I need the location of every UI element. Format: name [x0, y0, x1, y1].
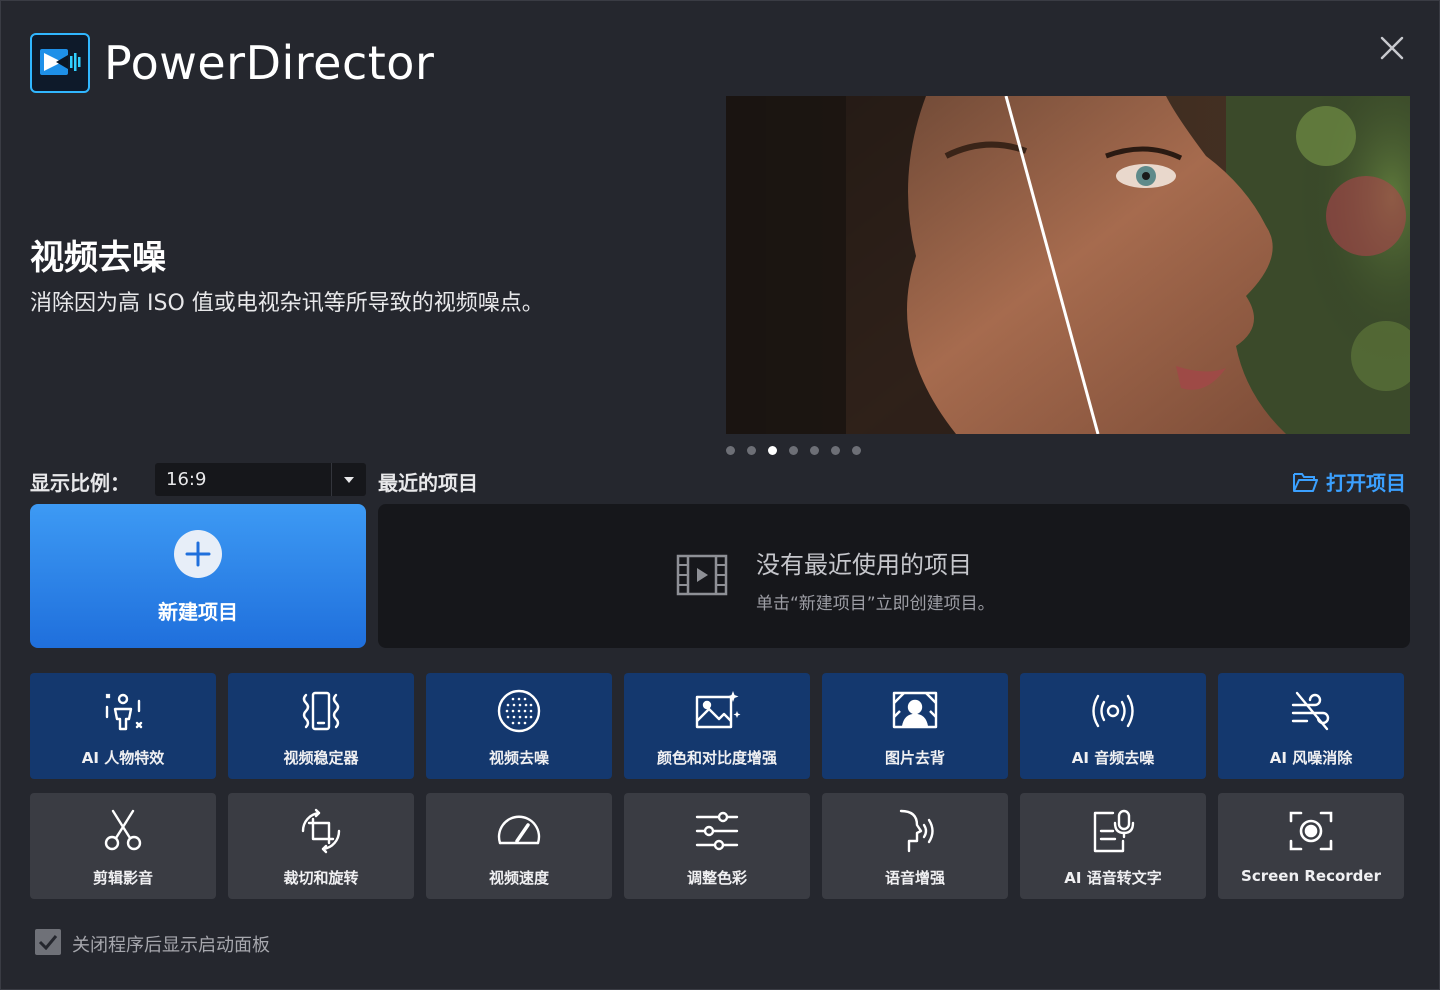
tool-video-denoise[interactable]: 视频去噪: [426, 673, 612, 779]
tool-trim[interactable]: 剪辑影音: [30, 793, 216, 899]
folder-open-icon: [1293, 472, 1318, 492]
audio-denoise-icon: [1089, 687, 1137, 735]
feature-description: 消除因为高 ISO 值或电视杂讯等所导致的视频噪点。: [30, 291, 544, 316]
app-title: PowerDirector: [104, 36, 435, 90]
no-recent-hint: 单击“新建项目”立即创建项目。: [756, 594, 995, 614]
show-launcher-checkbox[interactable]: [35, 929, 61, 955]
voice-enhance-icon: [891, 807, 939, 855]
tool-remove-background[interactable]: 图片去背: [822, 673, 1008, 779]
feature-title: 视频去噪: [30, 238, 166, 278]
screen-recorder-icon: [1287, 807, 1335, 855]
recent-projects-panel: 没有最近使用的项目 单击“新建项目”立即创建项目。: [378, 504, 1410, 648]
crop-rotate-icon: [297, 807, 345, 855]
tool-adjust-color[interactable]: 调整色彩: [624, 793, 810, 899]
tool-stabilizer[interactable]: 视频稳定器: [228, 673, 414, 779]
plus-icon: [174, 530, 222, 578]
tool-crop-rotate[interactable]: 裁切和旋转: [228, 793, 414, 899]
tool-label: AI 音频去噪: [1071, 749, 1155, 767]
aspect-ratio-select[interactable]: 16:9: [155, 463, 366, 496]
open-project-link[interactable]: 打开项目: [1292, 467, 1406, 496]
tool-speech-to-text[interactable]: AI 语音转文字: [1020, 793, 1206, 899]
tool-label: 语音增强: [884, 869, 945, 887]
sliders-icon: [693, 807, 741, 855]
tool-label: 视频去噪: [488, 749, 549, 767]
wind-removal-icon: [1287, 687, 1335, 735]
tool-label: 视频稳定器: [283, 749, 359, 767]
carousel-dot[interactable]: [852, 446, 861, 455]
open-project-label: 打开项目: [1326, 471, 1406, 495]
tool-label: Screen Recorder: [1241, 867, 1381, 885]
tool-label: 剪辑影音: [92, 869, 153, 887]
chevron-down-icon: [332, 476, 366, 484]
aspect-ratio-value: 16:9: [166, 469, 207, 490]
ai-person-effect-icon: [99, 687, 147, 735]
film-icon: [676, 554, 728, 596]
close-button[interactable]: [1374, 30, 1410, 66]
tool-audio-denoise[interactable]: AI 音频去噪: [1020, 673, 1206, 779]
app-logo-icon: [30, 33, 90, 93]
tool-label: 颜色和对比度增强: [656, 749, 777, 767]
no-recent-title: 没有最近使用的项目: [756, 551, 972, 579]
tool-wind-removal[interactable]: AI 风噪消除: [1218, 673, 1404, 779]
new-project-button[interactable]: 新建项目: [30, 504, 366, 648]
close-icon: [1380, 36, 1404, 60]
carousel-dot[interactable]: [810, 446, 819, 455]
carousel-dot[interactable]: [747, 446, 756, 455]
feature-preview-image: [726, 96, 1410, 434]
tool-color-enhance[interactable]: 颜色和对比度增强: [624, 673, 810, 779]
color-enhance-icon: [693, 687, 741, 735]
recent-projects-label: 最近的项目: [378, 471, 478, 495]
scissors-icon: [99, 807, 147, 855]
tool-label: AI 人物特效: [81, 749, 165, 767]
carousel-dot-active[interactable]: [768, 446, 777, 455]
tool-screen-recorder[interactable]: Screen Recorder: [1218, 793, 1404, 899]
aspect-ratio-label: 显示比例：: [30, 471, 130, 495]
tool-voice-enhance[interactable]: 语音增强: [822, 793, 1008, 899]
remove-background-icon: [891, 687, 939, 735]
tool-label: 调整色彩: [686, 869, 747, 887]
tool-ai-person-effect[interactable]: AI 人物特效: [30, 673, 216, 779]
tool-label: 图片去背: [884, 749, 945, 767]
show-launcher-label: 关闭程序后显示启动面板: [72, 935, 270, 956]
checkmark-icon: [38, 935, 58, 950]
stabilizer-icon: [297, 687, 345, 735]
carousel-dot[interactable]: [726, 446, 735, 455]
tool-label: 裁切和旋转: [283, 869, 359, 887]
tool-label: AI 语音转文字: [1064, 869, 1162, 887]
new-project-label: 新建项目: [158, 600, 238, 624]
tool-video-speed[interactable]: 视频速度: [426, 793, 612, 899]
carousel-dot[interactable]: [831, 446, 840, 455]
carousel-dot[interactable]: [789, 446, 798, 455]
carousel-dots: [726, 446, 861, 455]
speech-to-text-icon: [1089, 807, 1137, 855]
tool-label: 视频速度: [488, 869, 549, 887]
speedometer-icon: [495, 807, 543, 855]
tool-label: AI 风噪消除: [1269, 749, 1353, 767]
denoise-icon: [495, 687, 543, 735]
